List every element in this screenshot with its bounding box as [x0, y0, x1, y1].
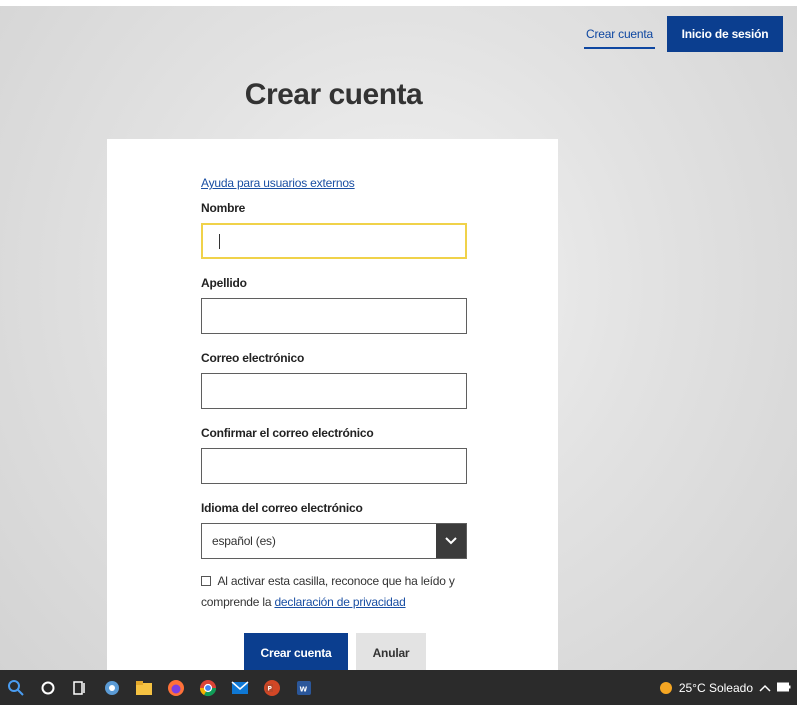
windows-taskbar: P W 25°C Soleado: [0, 670, 797, 705]
text-caret: [219, 234, 220, 249]
chevron-down-icon[interactable]: [436, 524, 466, 558]
create-account-link[interactable]: Crear cuenta: [584, 19, 655, 49]
svg-text:W: W: [300, 685, 308, 693]
mail-icon[interactable]: [230, 678, 250, 698]
email-input[interactable]: [201, 373, 467, 409]
word-icon[interactable]: W: [294, 678, 314, 698]
email-label: Correo electrónico: [201, 351, 305, 365]
cancel-button[interactable]: Anular: [356, 633, 426, 673]
last-name-input[interactable]: [201, 298, 467, 334]
task-view-icon[interactable]: [70, 678, 90, 698]
svg-text:P: P: [268, 685, 273, 692]
consent-row: Al activar esta casilla, reconoce que ha…: [201, 571, 469, 613]
top-navigation: Crear cuenta Inicio de sesión: [584, 16, 783, 52]
registration-card: Ayuda para usuarios externos Nombre Apel…: [107, 139, 558, 673]
registration-form: Ayuda para usuarios externos Nombre Apel…: [201, 176, 469, 673]
chevron-up-icon[interactable]: [759, 681, 771, 695]
browser-top-strip: [0, 0, 797, 6]
chrome-icon[interactable]: [198, 678, 218, 698]
login-button[interactable]: Inicio de sesión: [667, 16, 783, 52]
weather-text[interactable]: 25°C Soleado: [679, 681, 753, 695]
external-users-help-link[interactable]: Ayuda para usuarios externos: [201, 176, 469, 194]
last-name-label: Apellido: [201, 276, 247, 290]
email-language-value: español (es): [212, 534, 276, 548]
search-icon[interactable]: [6, 678, 26, 698]
consent-checkbox[interactable]: [201, 576, 211, 586]
confirm-email-input[interactable]: [201, 448, 467, 484]
sun-icon: [659, 681, 672, 694]
teams-icon[interactable]: [102, 678, 122, 698]
create-account-button[interactable]: Crear cuenta: [244, 633, 348, 673]
system-tray: 25°C Soleado: [659, 670, 791, 705]
confirm-email-label: Confirmar el correo electrónico: [201, 426, 374, 440]
file-explorer-icon[interactable]: [134, 678, 154, 698]
battery-icon[interactable]: [777, 681, 791, 695]
first-name-input[interactable]: [201, 223, 467, 259]
first-name-label: Nombre: [201, 201, 246, 215]
form-actions: Crear cuenta Anular: [201, 633, 469, 673]
email-language-select[interactable]: español (es): [201, 523, 467, 559]
firefox-icon[interactable]: [166, 678, 186, 698]
email-language-label: Idioma del correo electrónico: [201, 501, 363, 515]
powerpoint-icon[interactable]: P: [262, 678, 282, 698]
page-title: Crear cuenta: [244, 78, 423, 111]
cortana-icon[interactable]: [38, 678, 58, 698]
privacy-statement-link[interactable]: declaración de privacidad: [274, 595, 405, 609]
